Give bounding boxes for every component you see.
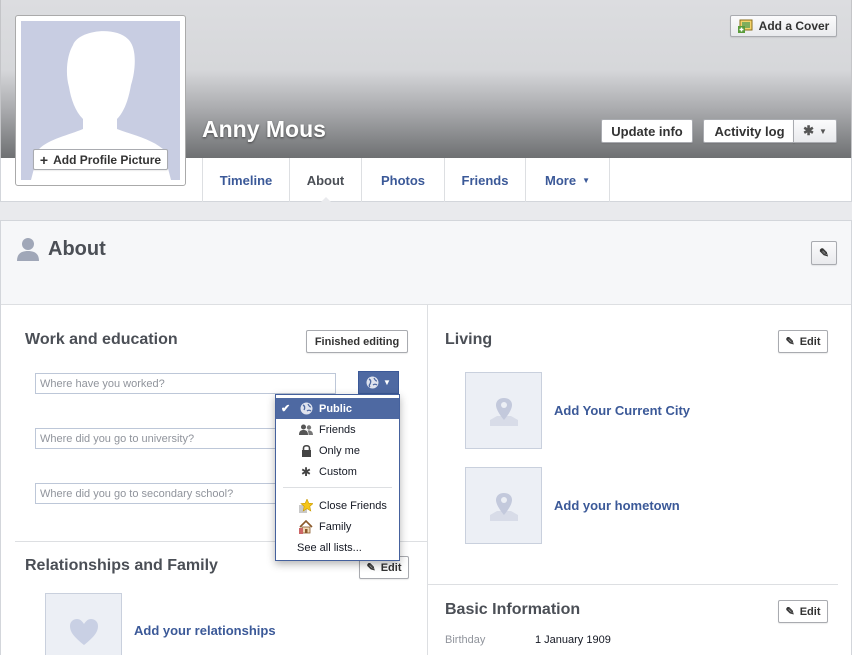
privacy-option-public[interactable]: ✔ Public bbox=[276, 398, 399, 419]
gear-icon: ✱ bbox=[803, 123, 814, 138]
tab-about[interactable]: About bbox=[290, 158, 362, 203]
privacy-option-label: Friends bbox=[319, 423, 356, 436]
update-info-label: Update info bbox=[611, 123, 683, 139]
privacy-option-label: Public bbox=[319, 402, 353, 415]
hometown-placeholder-box bbox=[465, 467, 542, 544]
house-icon bbox=[299, 519, 313, 534]
column-divider bbox=[427, 305, 428, 655]
pencil-icon: ✎ bbox=[785, 336, 795, 348]
photo-add-icon bbox=[737, 19, 753, 33]
privacy-option-label: Close Friends bbox=[319, 499, 387, 512]
privacy-option-label: Only me bbox=[319, 444, 360, 457]
privacy-option-close-friends[interactable]: Close Friends bbox=[276, 495, 399, 516]
section-divider bbox=[428, 584, 838, 585]
globe-icon bbox=[366, 376, 379, 389]
finished-editing-button[interactable]: Finished editing bbox=[306, 330, 408, 353]
tab-label: More bbox=[545, 172, 577, 188]
privacy-option-only-me[interactable]: Only me bbox=[276, 440, 399, 461]
edit-label: Edit bbox=[380, 561, 402, 574]
map-pin-icon bbox=[489, 397, 518, 426]
privacy-dropdown-menu: ✔ Public Friends Only me ✱ Custom Close … bbox=[275, 394, 400, 561]
privacy-selector-button[interactable]: ▼ bbox=[358, 371, 399, 394]
finished-editing-label: Finished editing bbox=[314, 335, 400, 348]
tab-timeline[interactable]: Timeline bbox=[203, 158, 290, 202]
gear-icon: ✱ bbox=[300, 464, 312, 479]
edit-label: Edit bbox=[799, 335, 821, 348]
privacy-option-friends[interactable]: Friends bbox=[276, 419, 399, 440]
settings-dropdown-button[interactable]: ✱ ▼ bbox=[793, 119, 837, 143]
profile-tabs: Timeline About Photos Friends More ▼ bbox=[202, 158, 610, 203]
star-icon bbox=[299, 498, 313, 513]
living-edit-button[interactable]: ✎ Edit bbox=[778, 330, 828, 353]
activity-log-button[interactable]: Activity log bbox=[703, 119, 795, 143]
globe-icon bbox=[299, 402, 313, 416]
pencil-icon: ✎ bbox=[366, 562, 376, 574]
birthday-label: Birthday bbox=[445, 634, 486, 646]
plus-icon: + bbox=[39, 151, 49, 168]
birthday-value: 1 January 1909 bbox=[535, 634, 611, 646]
tab-more[interactable]: More ▼ bbox=[526, 158, 610, 202]
person-icon bbox=[17, 238, 39, 261]
heart-icon bbox=[69, 618, 98, 645]
pencil-icon: ✎ bbox=[785, 606, 795, 618]
caret-down-icon: ▼ bbox=[582, 175, 590, 185]
see-all-lists-label: See all lists... bbox=[297, 541, 362, 554]
friends-icon bbox=[299, 423, 313, 437]
update-info-button[interactable]: Update info bbox=[601, 119, 693, 143]
basic-info-edit-button[interactable]: ✎ Edit bbox=[778, 600, 828, 623]
university-input[interactable] bbox=[35, 428, 276, 449]
menu-separator bbox=[283, 487, 392, 488]
privacy-option-label: Custom bbox=[319, 465, 357, 478]
workplace-input[interactable] bbox=[35, 373, 336, 394]
living-title: Living bbox=[445, 331, 493, 348]
chevron-down-icon: ▼ bbox=[383, 378, 391, 387]
see-all-lists-link[interactable]: See all lists... bbox=[276, 537, 399, 558]
map-pin-icon bbox=[489, 492, 518, 521]
tab-label: Photos bbox=[380, 172, 426, 188]
about-panel: About ✎ Work and education Finished edit… bbox=[0, 220, 852, 655]
about-title: About bbox=[48, 238, 106, 260]
edit-label: Edit bbox=[799, 605, 821, 618]
pencil-icon: ✎ bbox=[818, 246, 830, 260]
add-profile-picture-label: Add Profile Picture bbox=[53, 152, 162, 167]
add-cover-label: Add a Cover bbox=[758, 19, 830, 33]
lock-icon bbox=[299, 444, 313, 458]
add-profile-picture-button[interactable]: + Add Profile Picture bbox=[33, 149, 168, 170]
work-education-title: Work and education bbox=[25, 331, 178, 348]
add-cover-button[interactable]: Add a Cover bbox=[730, 15, 837, 37]
tab-label: Friends bbox=[461, 172, 509, 188]
about-edit-button[interactable]: ✎ bbox=[811, 241, 837, 265]
privacy-option-label: Family bbox=[319, 520, 352, 533]
relationships-title: Relationships and Family bbox=[25, 557, 218, 574]
profile-name: Anny Mous bbox=[202, 116, 326, 142]
privacy-option-custom[interactable]: ✱ Custom bbox=[276, 461, 399, 482]
relationship-placeholder-box bbox=[45, 593, 122, 655]
add-relationships-link[interactable]: Add your relationships bbox=[134, 623, 276, 638]
tab-label: Timeline bbox=[219, 172, 273, 188]
tab-photos[interactable]: Photos bbox=[362, 158, 445, 202]
about-header: About ✎ bbox=[1, 221, 851, 305]
activity-log-label: Activity log bbox=[714, 123, 785, 139]
basic-info-title: Basic Information bbox=[445, 601, 581, 618]
add-hometown-link[interactable]: Add your hometown bbox=[554, 498, 680, 513]
tab-label: About bbox=[306, 172, 345, 188]
checkmark-icon: ✔ bbox=[281, 403, 291, 415]
tab-friends[interactable]: Friends bbox=[445, 158, 526, 202]
add-current-city-link[interactable]: Add Your Current City bbox=[554, 403, 690, 418]
current-city-placeholder-box bbox=[465, 372, 542, 449]
chevron-down-icon: ▼ bbox=[818, 126, 827, 136]
privacy-option-family[interactable]: Family bbox=[276, 516, 399, 537]
secondary-school-input[interactable] bbox=[35, 483, 276, 504]
